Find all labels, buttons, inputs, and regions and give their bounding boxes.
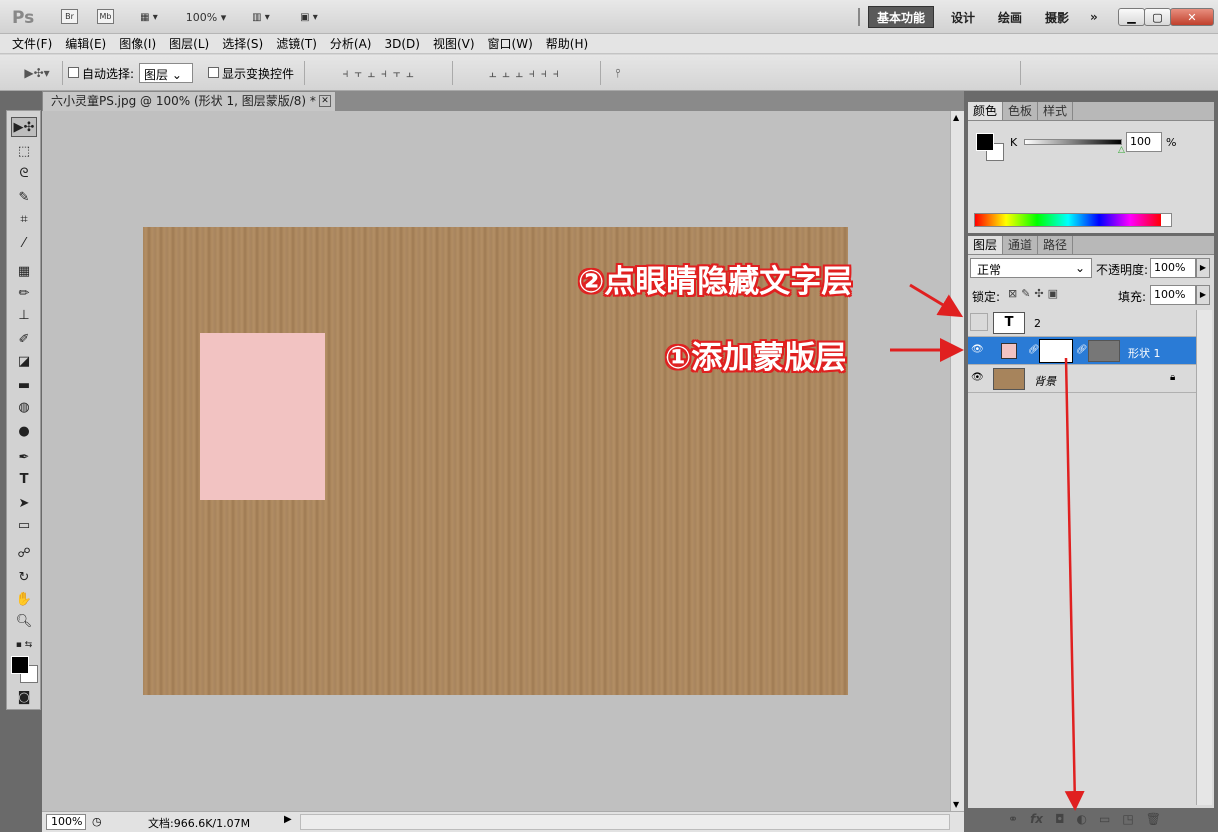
foreground-color-swatch[interactable] (11, 656, 29, 674)
foreground-swatch[interactable] (976, 133, 994, 151)
arrow-to-text-layer (909, 283, 964, 318)
annotation-arrows (890, 283, 1085, 811)
arrow-to-mask-button (1064, 357, 1085, 811)
